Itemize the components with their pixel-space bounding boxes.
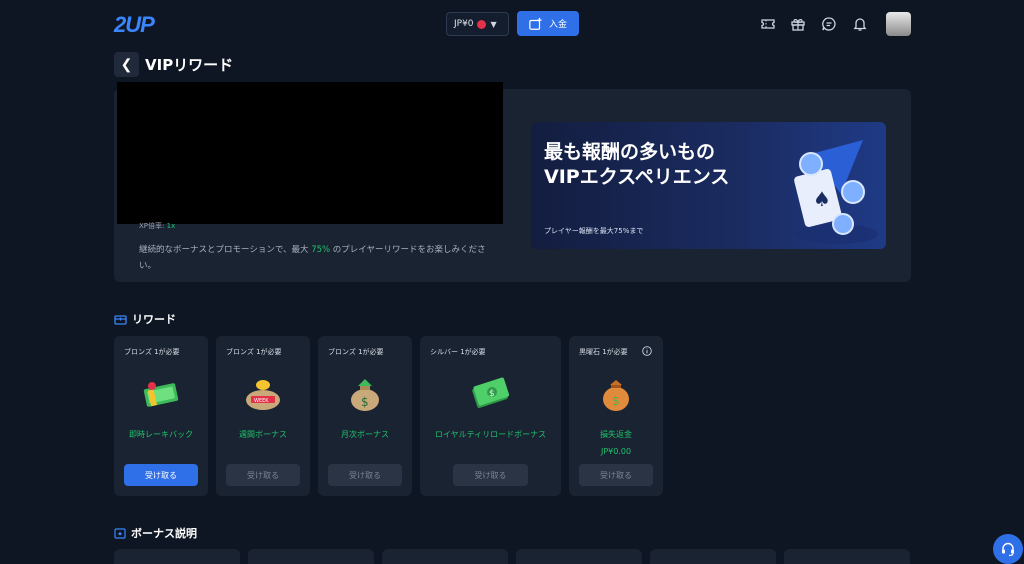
- svg-text:WEEK: WEEK: [254, 398, 269, 404]
- vip-desc-pre: 継続的なボーナスとプロモーションで、最大: [139, 245, 312, 255]
- support-chat-button[interactable]: [993, 534, 1023, 564]
- chat-icon[interactable]: [821, 16, 837, 32]
- claim-button[interactable]: 受け取る: [579, 464, 653, 486]
- reward-requirement: ブロンズ 1が必要: [328, 348, 384, 356]
- vip-desc-percent: 75%: [311, 245, 331, 255]
- svg-text:$: $: [612, 394, 620, 408]
- bonus-title: ボーナス説明: [131, 527, 197, 540]
- gift-icon[interactable]: [790, 16, 806, 32]
- reward-card-monthly-bonus: ブロンズ 1が必要 $ 月次ボーナス 受け取る: [318, 336, 412, 496]
- cash-stack-icon: $: [472, 377, 510, 408]
- wallet-selector[interactable]: JP¥0 ▼: [446, 12, 509, 36]
- page-title: VIPリワード: [145, 56, 234, 74]
- claim-button[interactable]: 受け取る: [226, 464, 300, 486]
- treasure-chest-icon: [114, 315, 127, 325]
- claim-button[interactable]: 受け取る: [328, 464, 402, 486]
- bonus-card[interactable]: [114, 549, 240, 564]
- bonus-card[interactable]: [248, 549, 374, 564]
- bonus-card[interactable]: [650, 549, 776, 564]
- site-logo[interactable]: 2UP: [114, 12, 155, 38]
- claim-button[interactable]: 受け取る: [453, 464, 528, 486]
- chevron-down-icon: ▼: [490, 19, 497, 29]
- xp-multiplier: XP倍率: 1x: [139, 222, 176, 230]
- coin-bag-icon: $: [603, 380, 629, 411]
- info-icon[interactable]: [642, 346, 652, 356]
- chevron-left-icon: ❮: [120, 56, 133, 72]
- banner-headline-2: VIPエクスペリエンス: [544, 166, 730, 188]
- reward-card-instant-rakeback: ブロンズ 1が必要 即時レーキバック 受け取る: [114, 336, 208, 496]
- banner-subtitle: プレイヤー報酬を最大75%まで: [544, 227, 644, 235]
- calendar-star-icon: [114, 528, 126, 539]
- banner-headline-1: 最も報酬の多いもの: [544, 141, 716, 163]
- svg-text:♠: ♠: [813, 187, 831, 211]
- bonus-card[interactable]: [784, 549, 910, 564]
- reward-requirement: 黒曜石 1が必要: [579, 348, 628, 356]
- reward-card-loss-refund: 黒曜石 1が必要 $ 損失返金 JP¥0.00 受け取る: [569, 336, 663, 496]
- bell-icon[interactable]: [852, 16, 868, 32]
- rewards-title: リワード: [132, 313, 176, 326]
- svg-text:$: $: [361, 395, 369, 409]
- back-button[interactable]: ❮: [114, 52, 139, 77]
- reward-card-weekly-bonus: ブロンズ 1が必要 WEEK 週間ボーナス 受け取る: [216, 336, 310, 496]
- vip-description: 継続的なボーナスとプロモーションで、最大 75% のプレイヤーリワードをお楽しみ…: [139, 242, 499, 274]
- reward-name: 損失返金: [600, 430, 632, 439]
- cash-gift-icon: [143, 382, 179, 407]
- top-bar: 2UP JP¥0 ▼ 入金: [0, 0, 1024, 48]
- svg-text:$: $: [489, 389, 495, 399]
- reward-name: 即時レーキバック: [129, 430, 193, 439]
- currency-coin-icon: [476, 19, 486, 29]
- reward-name: ロイヤルティリロードボーナス: [434, 430, 547, 439]
- reward-requirement: シルバー 1が必要: [430, 348, 486, 356]
- claim-button[interactable]: 受け取る: [124, 464, 198, 486]
- refund-amount: JP¥0.00: [600, 447, 632, 456]
- reward-requirement: ブロンズ 1が必要: [124, 348, 180, 356]
- wallet-balance: JP¥0: [454, 19, 474, 29]
- deposit-label: 入金: [548, 19, 567, 29]
- avatar[interactable]: [886, 12, 911, 36]
- bonus-card[interactable]: [382, 549, 508, 564]
- xp-multiplier-label: XP倍率: [139, 222, 163, 230]
- headset-icon: [1002, 542, 1014, 557]
- vip-cards-coins-icon: ♠: [794, 140, 878, 244]
- bonus-section-title: ボーナス説明: [114, 525, 197, 541]
- weekly-bag-icon: WEEK: [246, 380, 280, 410]
- reward-name: 週間ボーナス: [239, 430, 287, 439]
- reward-requirement: ブロンズ 1が必要: [226, 348, 282, 356]
- bonus-card[interactable]: [516, 549, 642, 564]
- ticket-icon[interactable]: [760, 16, 776, 32]
- redacted-vip-status: [117, 82, 503, 224]
- xp-multiplier-value: 1x: [166, 222, 176, 230]
- reward-name: 月次ボーナス: [341, 430, 389, 439]
- vip-experience-banner[interactable]: 最も報酬の多いもの VIPエクスペリエンス プレイヤー報酬を最大75%まで ♠: [531, 122, 886, 249]
- reward-card-loyalty-reload-bonus: シルバー 1が必要 $ ロイヤルティリロードボーナス 受け取る: [420, 336, 561, 496]
- rewards-section-title: リワード: [114, 311, 176, 327]
- deposit-button[interactable]: 入金: [517, 11, 579, 36]
- wallet-plus-icon: [529, 17, 542, 30]
- money-sack-icon: $: [351, 379, 379, 411]
